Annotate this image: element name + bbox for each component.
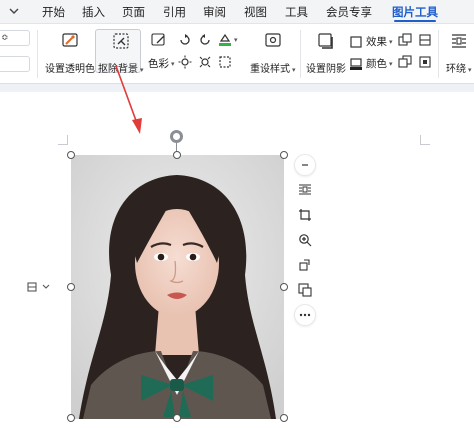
tab-member[interactable]: 会员专享: [326, 0, 372, 24]
set-transparent-button[interactable]: 设置透明色: [45, 32, 95, 75]
brightness-icon[interactable]: [178, 55, 192, 69]
effect-icon: [350, 35, 362, 48]
wrap-label: 环绕 ▾: [446, 64, 472, 75]
set-shadow-label: 设置阴影: [306, 64, 346, 75]
margin-mark: [420, 135, 421, 145]
bring-forward-icon[interactable]: [398, 33, 412, 47]
image-convert-button[interactable]: [294, 279, 316, 301]
more-dots-icon: [299, 313, 311, 317]
tab-review[interactable]: 审阅: [203, 0, 226, 24]
layout-options-icon: [27, 282, 37, 292]
resize-handle-bottom[interactable]: [173, 414, 181, 422]
reset-style-label: 重设样式 ▾: [250, 64, 296, 75]
resize-handle-top-left[interactable]: [67, 151, 75, 159]
rotate-image-icon: [299, 259, 310, 271]
rotate-right-icon[interactable]: [198, 33, 212, 47]
app-window: 开始 插入 页面 引用 审阅 视图 工具 会员专享 图片工具 ≎ 设置透明色 ▾…: [0, 0, 474, 428]
contrast-icon[interactable]: [198, 55, 212, 69]
size-spinner-label: ≎: [1, 33, 9, 43]
transparent-color-icon: [62, 33, 78, 47]
set-shadow-button[interactable]: 设置阴影: [306, 32, 346, 75]
tab-home[interactable]: 开始: [42, 0, 65, 24]
wrap-layout-button[interactable]: [294, 179, 316, 201]
border-color-icon: [350, 57, 362, 70]
color-label: 色彩: [148, 58, 169, 70]
size-spinner[interactable]: ≎: [0, 30, 30, 46]
crop-small-icon[interactable]: [218, 55, 232, 69]
tab-picture-tools[interactable]: 图片工具: [392, 0, 438, 24]
tab-references[interactable]: 引用: [163, 0, 186, 24]
margin-mark: [67, 135, 68, 145]
minus-icon: [302, 164, 308, 166]
ribbon-tab-bar: 开始 插入 页面 引用 审阅 视图 工具 会员专享 图片工具: [0, 0, 474, 24]
annotation-arrow: [115, 65, 142, 134]
picture-tools-ribbon: ≎ 设置透明色 抠除背景▾: [0, 24, 474, 84]
resize-handle-left[interactable]: [67, 283, 75, 291]
portrait-photo: [71, 155, 284, 419]
group-icon[interactable]: [418, 55, 432, 69]
selected-portrait-image[interactable]: [71, 155, 284, 419]
margin-mark: [420, 144, 430, 145]
tab-view[interactable]: 视图: [244, 0, 267, 24]
chevron-down-icon: [42, 284, 50, 289]
ribbon-bottom-strip: [0, 84, 474, 92]
reset-style-icon: [265, 33, 281, 47]
zoom-in-icon: [299, 234, 312, 247]
resize-handle-bottom-right[interactable]: [280, 414, 288, 422]
color-fill-label: 颜色: [366, 58, 387, 70]
wrap-layout-icon: [299, 184, 311, 195]
crop-icon: [299, 209, 311, 221]
rotate-image-button[interactable]: [294, 254, 316, 276]
send-backward-icon[interactable]: [398, 55, 412, 69]
resize-handle-bottom-left[interactable]: [67, 414, 75, 422]
size-spinner-2[interactable]: [0, 56, 30, 72]
remove-background-icon: [113, 33, 129, 49]
tab-tools[interactable]: 工具: [285, 0, 308, 24]
set-transparent-label: 设置透明色: [45, 64, 95, 75]
collapse-chevron-icon[interactable]: [0, 0, 28, 24]
rotate-left-icon[interactable]: [178, 33, 192, 47]
crop-button[interactable]: [294, 204, 316, 226]
tab-page[interactable]: 页面: [122, 0, 145, 24]
more-options-button[interactable]: [294, 304, 316, 326]
rotate-handle[interactable]: [170, 130, 183, 143]
color-dropdown[interactable]: 色彩 ▾: [148, 56, 175, 71]
reset-style-button[interactable]: 重设样式 ▾: [250, 32, 296, 75]
tab-insert[interactable]: 插入: [82, 0, 105, 24]
floating-image-toolbar: [294, 154, 316, 329]
resize-handle-top[interactable]: [173, 151, 181, 159]
wrap-button[interactable]: 环绕 ▾: [446, 32, 472, 75]
image-convert-icon: [298, 283, 312, 297]
fill-color-icon[interactable]: ▾: [218, 32, 238, 47]
zoom-in-button[interactable]: [294, 229, 316, 251]
effect-dropdown[interactable]: 效果 ▾: [350, 34, 393, 49]
shadow-icon: [318, 33, 333, 49]
resize-handle-top-right[interactable]: [280, 151, 288, 159]
image-edit-icon[interactable]: [151, 33, 167, 47]
align-icon[interactable]: [418, 33, 432, 47]
collapse-minus-button[interactable]: [294, 154, 316, 176]
resize-handle-right[interactable]: [280, 283, 288, 291]
wrap-text-icon: [451, 34, 466, 48]
color-fill-dropdown[interactable]: 颜色 ▾: [350, 56, 393, 71]
effect-label: 效果: [366, 36, 387, 48]
layout-options-button[interactable]: [26, 280, 52, 294]
